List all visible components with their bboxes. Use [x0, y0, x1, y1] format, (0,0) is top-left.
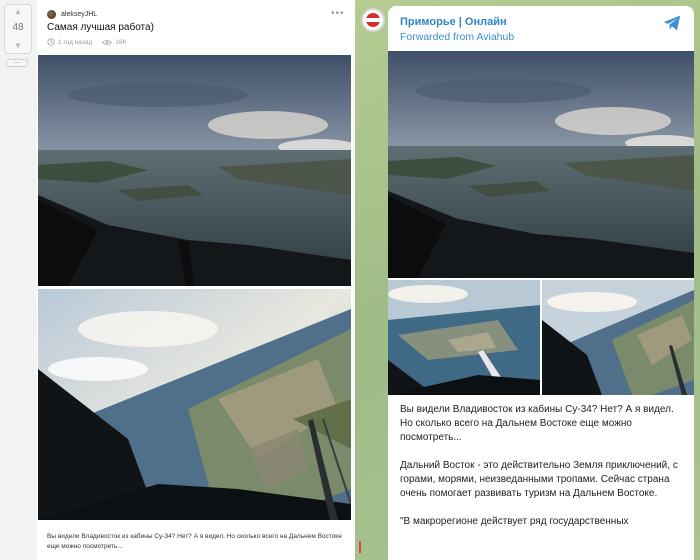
post-body-text: Вы видели Владивосток из кабины Су-34? Н… — [47, 533, 342, 550]
pikabu-post: alekseyJHL ••• Самая лучшая работа) 1 го… — [37, 0, 352, 560]
text-cursor — [359, 541, 361, 553]
upvote-chevron-up-icon[interactable]: ▲ — [5, 6, 31, 18]
avatar[interactable] — [47, 9, 56, 19]
channel-logo-band — [365, 18, 381, 22]
forwarded-from[interactable]: Forwarded from Aviahub — [400, 31, 514, 43]
message-paragraph: Дальний Восток - это действительно Земля… — [400, 460, 678, 499]
message-photo-main[interactable] — [388, 51, 694, 278]
telegram-plane-icon[interactable] — [662, 14, 682, 32]
vote-bar: ▲ 48 ▼ — — [0, 0, 37, 560]
author-row[interactable]: alekseyJHL — [47, 8, 97, 20]
message-text: Вы видели Владивосток из кабины Су-34? Н… — [400, 403, 686, 543]
screenshot-root: ▲ 48 ▼ — alekseyJHL ••• Самая лучшая раб… — [0, 0, 700, 560]
message-bubble: Приморье | Онлайн Forwarded from Aviahub — [388, 6, 694, 560]
post-time: 1 год назад — [47, 38, 92, 46]
eye-icon — [102, 39, 112, 45]
post-photo-2[interactable] — [38, 289, 351, 520]
channel-avatar[interactable] — [361, 8, 385, 32]
message-paragraph: "В макрорегионе действует ряд государств… — [400, 516, 629, 527]
telegram-panel: Приморье | Онлайн Forwarded from Aviahub — [355, 0, 700, 560]
post-photo-1[interactable] — [38, 55, 351, 286]
downvote-chevron-down-icon[interactable]: ▼ — [5, 40, 31, 52]
post-title[interactable]: Самая лучшая работа) — [47, 22, 154, 33]
message-paragraph: Вы видели Владивосток из кабины Су-34? Н… — [400, 404, 674, 443]
author-name[interactable]: alekseyJHL — [61, 11, 97, 18]
channel-name[interactable]: Приморье | Онлайн — [400, 16, 507, 28]
rating-count: 48 — [12, 22, 24, 33]
post-meta: 1 год назад 16K — [47, 38, 127, 46]
more-dots-icon[interactable]: ••• — [331, 8, 345, 19]
collapse-button[interactable]: — — [6, 59, 28, 67]
post-time-label: 1 год назад — [58, 38, 93, 46]
rating-box: ▲ 48 ▼ — [4, 4, 32, 54]
post-views: 16K — [102, 39, 127, 46]
message-photo-city[interactable] — [542, 280, 694, 395]
clock-icon — [47, 38, 55, 46]
message-photo-bridge[interactable] — [388, 280, 540, 395]
post-views-count: 16K — [115, 38, 127, 46]
